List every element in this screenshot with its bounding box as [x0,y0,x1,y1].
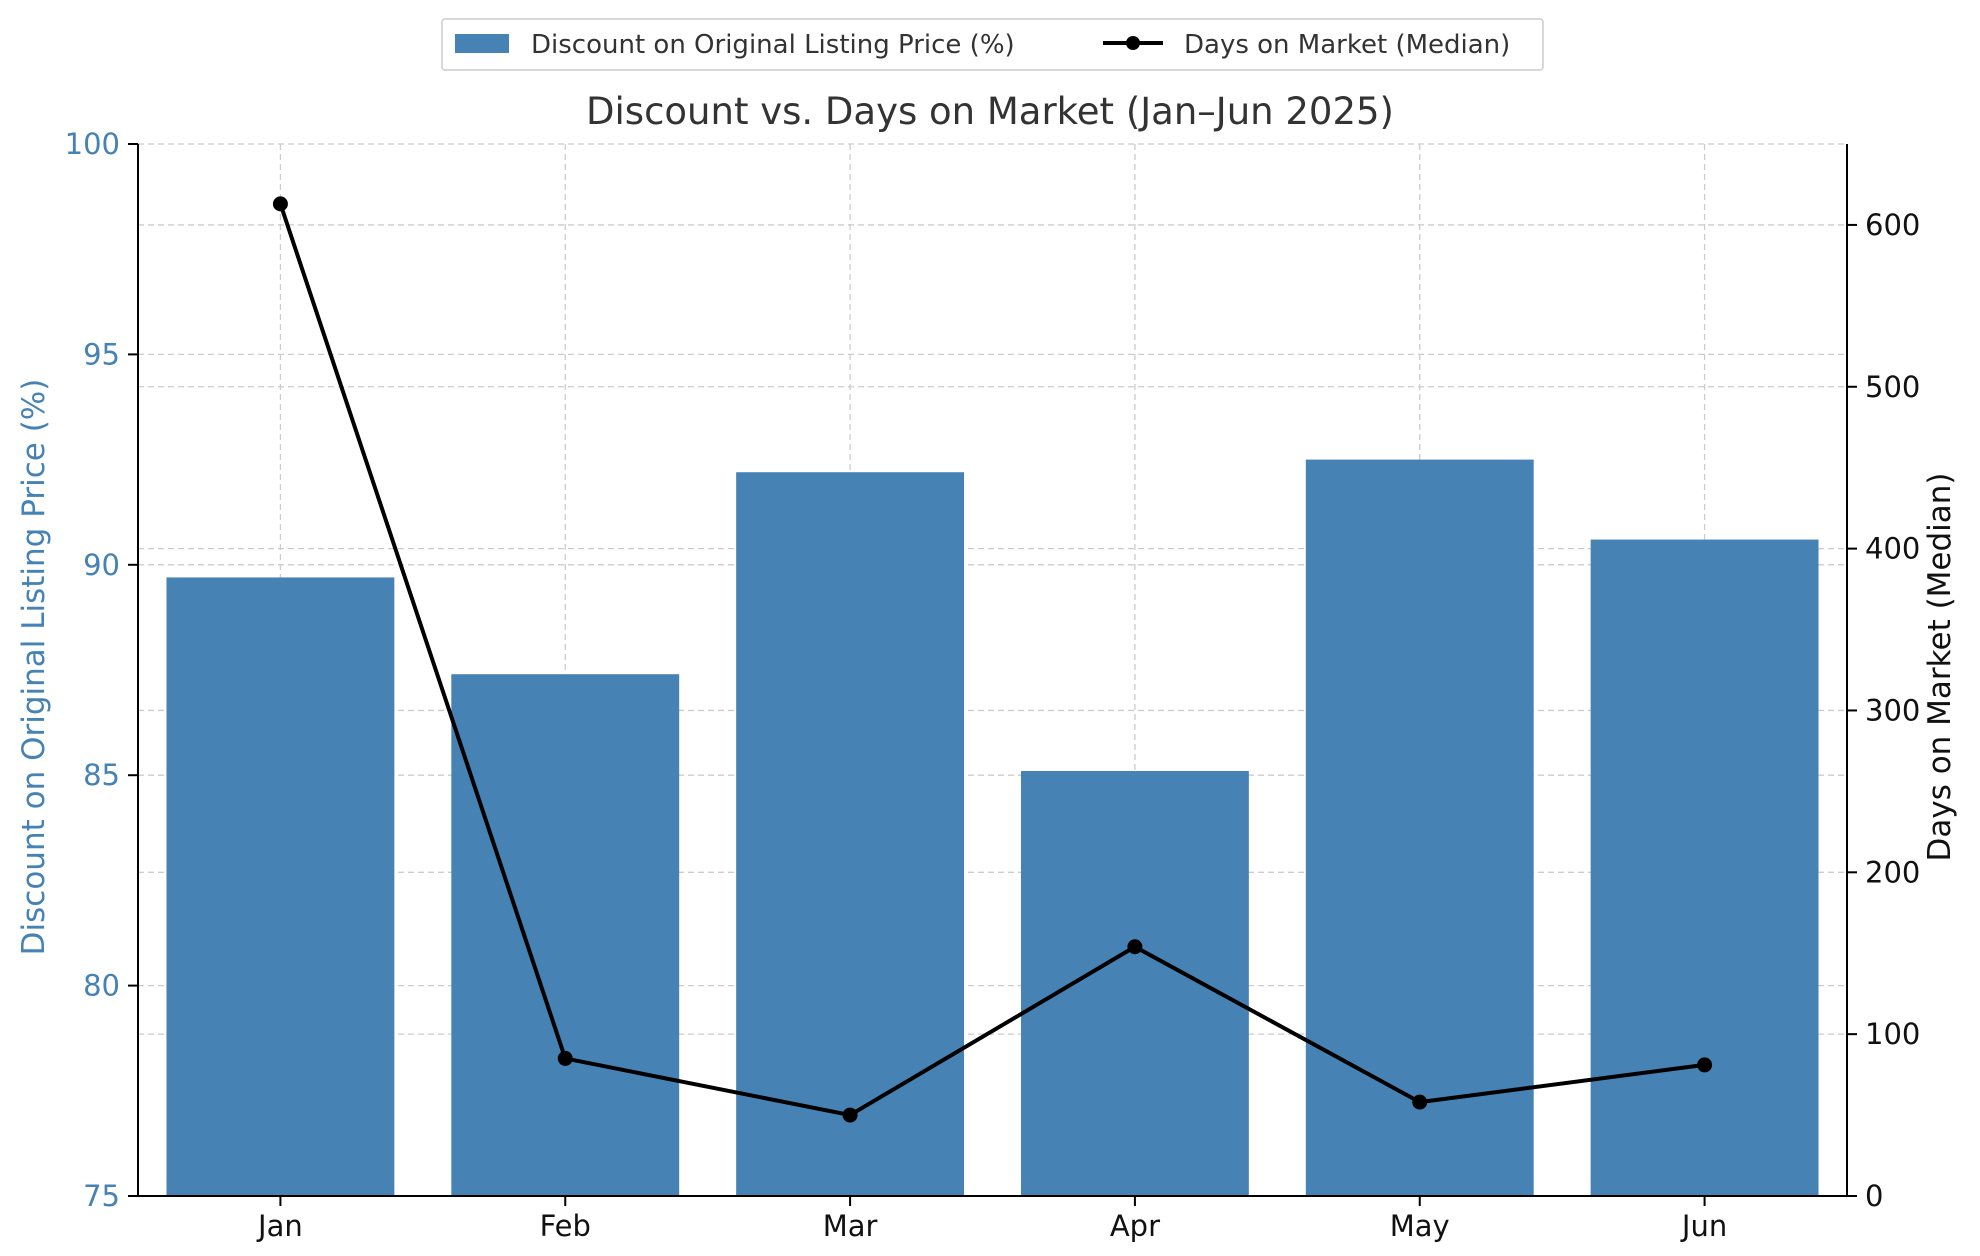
x-tick-label: Apr [1110,1209,1160,1243]
x-tick-label: May [1390,1209,1450,1243]
y-right-tick-label: 600 [1865,208,1920,242]
y-left-tick-label: 80 [83,969,120,1003]
x-tick-label: Feb [540,1209,591,1243]
bar-layer [166,459,1819,1197]
x-tick-label: Jun [1680,1209,1727,1243]
y-axis-left-label: Discount on Original Listing Price (%) [16,379,52,956]
y-left-tick-label: 90 [83,548,120,582]
x-tick-label: Jan [256,1209,303,1243]
chart-container: 75 80 85 90 95 100 0 100 200 300 400 500 600 Jan Feb Ma… [0,0,1980,1256]
combo-chart: 75 80 85 90 95 100 0 100 200 300 400 500 600 Jan Feb Ma… [16,18,1958,1243]
bar [451,674,680,1196]
line-point [842,1107,858,1123]
y-left-tick-label: 75 [83,1179,120,1213]
y-axis-right-label: Days on Market (Median) [1922,472,1958,861]
line-point [557,1050,573,1066]
y-right-tick-label: 300 [1865,693,1920,727]
y-left-tick-label: 100 [65,127,120,161]
x-tick-label: Mar [823,1209,878,1243]
y-right-tick-label: 0 [1865,1179,1883,1213]
line-point [1127,939,1143,955]
chart-title: Discount vs. Days on Market (Jan–Jun 202… [586,90,1394,133]
bar [1590,539,1819,1196]
y-right-tick-label: 200 [1865,855,1920,889]
legend-bar-label: Discount on Original Listing Price (%) [531,30,1015,60]
line-point [1697,1057,1713,1073]
bar [166,577,395,1196]
bar [1020,770,1249,1196]
legend-line-marker [1126,36,1140,50]
y-right-tick-label: 100 [1865,1017,1920,1051]
legend-line-label: Days on Market (Median) [1184,30,1510,60]
y-left-tick-label: 85 [83,758,120,792]
y-right-tick-label: 500 [1865,370,1920,404]
y-right-tick-label: 400 [1865,532,1920,566]
line-point [272,196,288,212]
legend: Discount on Original Listing Price (%) D… [441,18,1544,71]
line-point [1412,1094,1428,1110]
legend-bar-swatch [455,34,509,53]
bar [736,472,965,1196]
y-left-tick-label: 95 [83,337,120,371]
bar [1305,459,1534,1197]
